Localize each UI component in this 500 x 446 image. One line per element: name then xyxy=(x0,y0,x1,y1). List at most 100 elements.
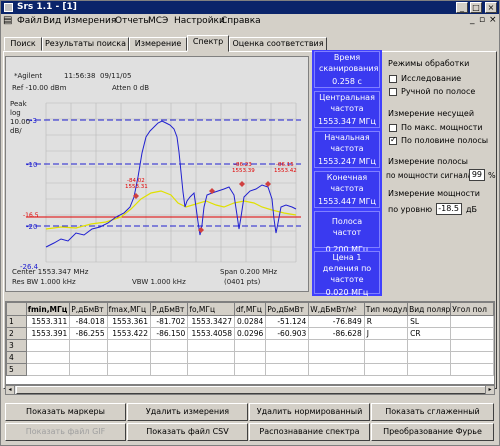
delete-normalized-button[interactable]: Удалить нормированный xyxy=(249,403,370,421)
table-cell[interactable] xyxy=(450,315,494,328)
carrier-half-band-checkbox[interactable] xyxy=(389,135,397,145)
table-row[interactable]: 5 xyxy=(6,363,494,376)
power-level-input[interactable]: -18.5 xyxy=(436,203,462,215)
minimize-button[interactable]: _ xyxy=(456,2,468,13)
table-cell[interactable] xyxy=(450,339,494,352)
table-cell[interactable] xyxy=(407,339,452,352)
table-cell[interactable]: J xyxy=(363,327,409,340)
table-cell[interactable] xyxy=(149,339,189,352)
table-cell[interactable]: R xyxy=(363,315,409,328)
manual-band-checkbox[interactable] xyxy=(389,88,397,96)
table-cell[interactable] xyxy=(149,363,189,376)
table-cell[interactable] xyxy=(187,363,236,376)
table-cell[interactable]: 1553.422 xyxy=(106,327,151,340)
table-cell[interactable] xyxy=(69,351,108,364)
table-cell[interactable]: 1553.391 xyxy=(25,327,71,340)
fourier-transform-button[interactable]: Преобразование Фурье xyxy=(371,423,494,441)
col-header[interactable]: Вид поляр xyxy=(407,302,452,316)
table-cell[interactable]: -81.702 xyxy=(149,315,189,328)
scroll-right-icon[interactable]: ▸ xyxy=(485,386,494,394)
table-cell[interactable] xyxy=(106,351,151,364)
table-row[interactable]: 2 1553.391 -86.255 1553.422 -86.150 1553… xyxy=(6,327,494,340)
table-cell[interactable] xyxy=(265,339,310,352)
menu-settings[interactable]: Настройки xyxy=(174,16,225,26)
table-cell[interactable]: 1553.4058 xyxy=(187,327,236,340)
table-cell[interactable] xyxy=(69,363,108,376)
table-cell[interactable]: -86.150 xyxy=(149,327,189,340)
mdi-minimize-icon[interactable]: _ xyxy=(470,15,475,25)
table-cell[interactable]: CR xyxy=(407,327,452,340)
table-cell[interactable]: 0.0296 xyxy=(234,327,267,340)
delete-measurements-button[interactable]: Удалить измерения xyxy=(127,403,248,421)
table-cell[interactable]: -86.255 xyxy=(69,327,108,340)
table-cell[interactable]: SL xyxy=(407,315,452,328)
tab-search[interactable]: Поиск xyxy=(4,37,42,51)
tab-spectrum[interactable]: Спектр xyxy=(187,35,229,52)
table-cell[interactable] xyxy=(234,339,267,352)
table-cell[interactable] xyxy=(450,351,494,364)
col-header[interactable]: fo,МГц xyxy=(187,302,236,316)
table-cell[interactable]: 1553.3427 xyxy=(187,315,236,328)
table-cell[interactable]: -84.018 xyxy=(69,315,108,328)
table-row[interactable]: 1 1553.311 -84.018 1553.361 -81.702 1553… xyxy=(6,315,494,328)
col-header[interactable]: df,МГц xyxy=(234,302,267,316)
band-percent-input[interactable]: 99 xyxy=(469,169,485,181)
col-header[interactable]: Po,дБмВт xyxy=(265,302,310,316)
scroll-left-icon[interactable]: ◂ xyxy=(6,386,15,394)
table-cell[interactable] xyxy=(25,351,71,364)
menu-itu[interactable]: МСЭ xyxy=(148,16,168,26)
scroll-thumb[interactable] xyxy=(16,386,486,394)
table-cell[interactable] xyxy=(25,363,71,376)
table-cell[interactable]: 1553.311 xyxy=(25,315,71,328)
col-header[interactable]: P,дБмВт xyxy=(69,302,108,316)
table-cell[interactable] xyxy=(187,339,236,352)
show-markers-button[interactable]: Показать маркеры xyxy=(5,403,126,421)
col-header[interactable]: W,дБмВт/м² xyxy=(308,302,365,316)
close-button[interactable]: × xyxy=(485,2,497,13)
table-cell[interactable] xyxy=(407,363,452,376)
table-cell[interactable] xyxy=(25,339,71,352)
table-cell[interactable] xyxy=(234,351,267,364)
col-header[interactable]: fmin,МГц xyxy=(25,302,71,316)
table-cell[interactable] xyxy=(450,327,494,340)
table-cell[interactable] xyxy=(69,339,108,352)
explore-checkbox[interactable] xyxy=(389,75,397,83)
table-cell[interactable] xyxy=(265,363,310,376)
table-cell[interactable]: 1553.361 xyxy=(106,315,151,328)
menu-measurements[interactable]: Измерения xyxy=(64,16,116,26)
col-header[interactable]: Тип модул xyxy=(363,302,409,316)
tab-measurement[interactable]: Измерение xyxy=(129,37,187,51)
table-cell[interactable] xyxy=(149,351,189,364)
tab-search-results[interactable]: Результаты поиска xyxy=(42,37,129,51)
show-smoothed-button[interactable]: Показать сглаженный xyxy=(371,403,494,421)
table-cell[interactable] xyxy=(106,363,151,376)
table-cell[interactable] xyxy=(450,363,494,376)
table-cell[interactable] xyxy=(308,363,365,376)
carrier-max-power-checkbox[interactable] xyxy=(389,124,397,132)
mdi-close-icon[interactable]: × xyxy=(489,15,497,25)
show-csv-button[interactable]: Показать файл CSV xyxy=(127,423,248,441)
table-row[interactable]: 3 xyxy=(6,339,494,352)
table-cell[interactable] xyxy=(265,351,310,364)
table-cell[interactable] xyxy=(106,339,151,352)
menu-help[interactable]: Справка xyxy=(221,16,261,26)
menu-view[interactable]: Вид xyxy=(43,16,61,26)
menu-file[interactable]: Файл xyxy=(17,16,42,26)
table-cell[interactable] xyxy=(363,351,409,364)
table-cell[interactable] xyxy=(234,363,267,376)
col-header[interactable]: fmax,МГц xyxy=(106,302,151,316)
show-gif-button[interactable]: Показать файл GIF xyxy=(5,423,126,441)
maximize-button[interactable]: □ xyxy=(470,2,482,13)
col-header[interactable]: Угол пол xyxy=(450,302,494,316)
tab-compliance[interactable]: Оценка соответствия xyxy=(229,37,327,51)
mdi-restore-icon[interactable]: ▫ xyxy=(479,15,485,25)
table-cell[interactable] xyxy=(363,363,409,376)
table-cell[interactable] xyxy=(308,351,365,364)
system-menu-icon[interactable]: ▤ xyxy=(3,15,12,26)
table-cell[interactable] xyxy=(363,339,409,352)
table-cell[interactable] xyxy=(308,339,365,352)
table-cell[interactable] xyxy=(407,351,452,364)
table-row[interactable]: 4 xyxy=(6,351,494,364)
table-cell[interactable]: -76.849 xyxy=(308,315,365,328)
menu-reports[interactable]: Отчеты xyxy=(115,16,151,26)
